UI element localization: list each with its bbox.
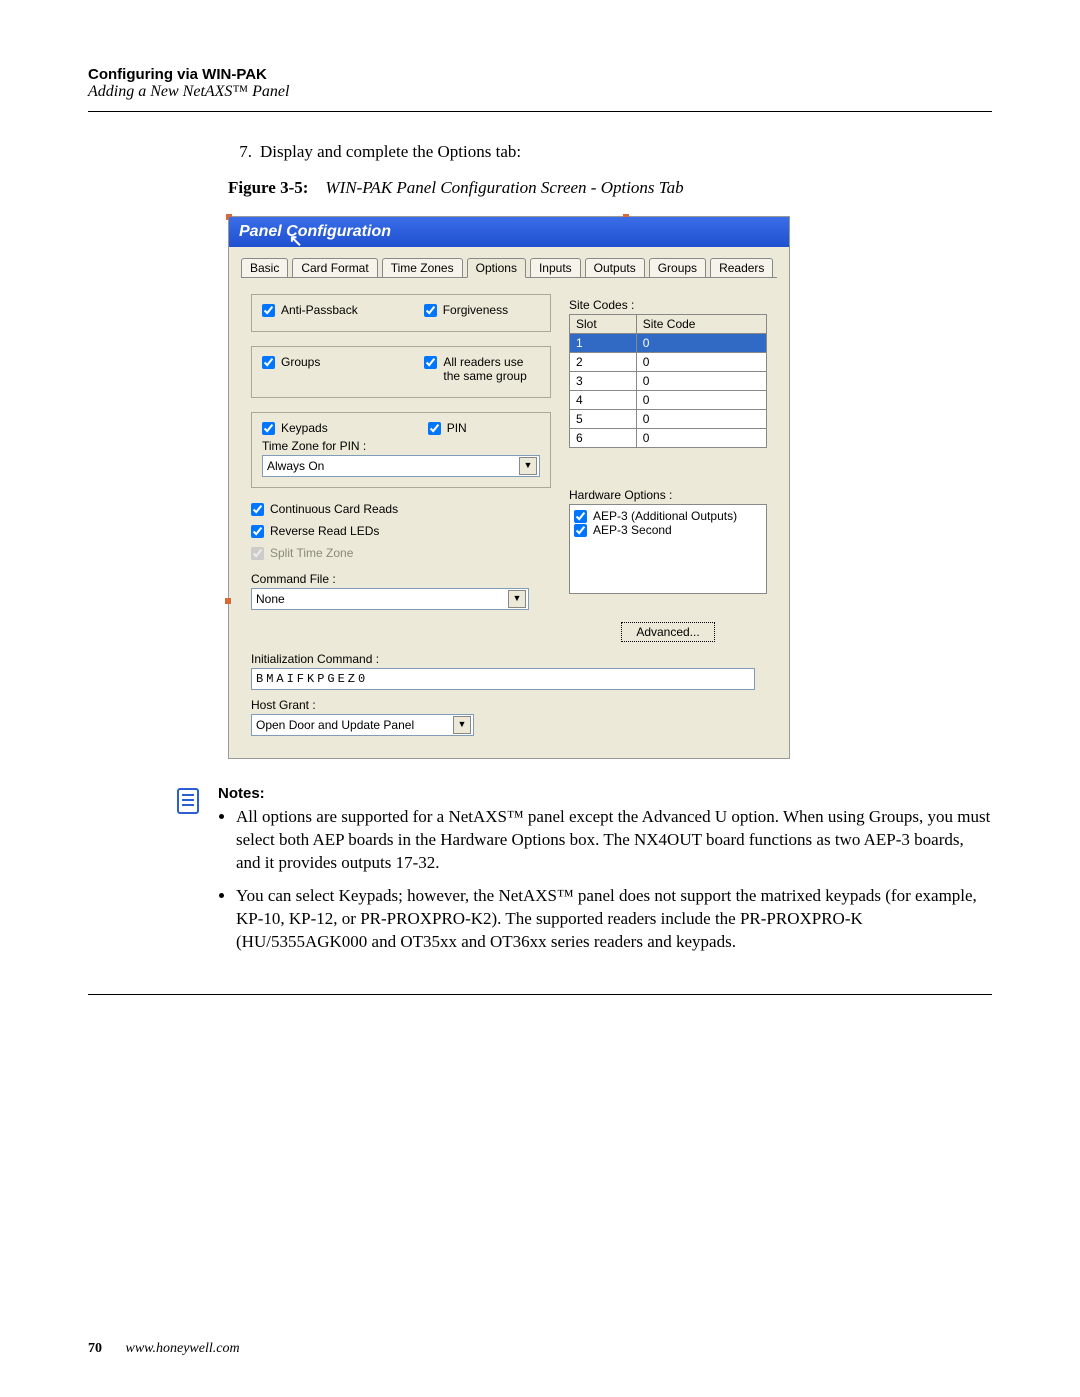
crop-handle [225,598,231,604]
cb-groups[interactable]: Groups [262,355,320,383]
hostgrant-select[interactable]: Open Door and Update Panel ▼ [251,714,474,736]
figure-title: WIN-PAK Panel Configuration Screen - Opt… [325,178,683,197]
tab-readers[interactable]: Readers [710,258,773,277]
chevron-down-icon: ▼ [453,716,471,734]
footer-url: www.honeywell.com [126,1341,240,1356]
tz-pin-select[interactable]: Always On ▼ [262,455,540,477]
cmdfile-value: None [256,592,285,606]
cb-pin[interactable]: PIN [428,421,467,435]
table-row[interactable]: 40 [570,391,767,410]
note-icon [172,785,204,822]
note-item: All options are supported for a NetAXS™ … [236,806,992,875]
table-row[interactable]: 20 [570,353,767,372]
tab-groups[interactable]: Groups [649,258,706,277]
hw-option[interactable]: AEP-3 Second [574,523,762,537]
cb-anti-passback[interactable]: Anti-Passback [262,303,358,317]
initcmd-input[interactable]: BMAIFKPGEZ0 [251,668,755,690]
sitecodes-label: Site Codes : [569,298,767,312]
tab-options[interactable]: Options [467,258,526,278]
panel-config-dialog: Panel Configuration ↖ BasicCard Format Ti… [228,216,790,759]
page-footer: 70 www.honeywell.com [88,1341,240,1357]
tab-inputs[interactable]: Inputs [530,258,581,277]
group-groups: Groups All readers use the same group [251,346,551,398]
figure-caption: Figure 3-5: WIN-PAK Panel Configuration … [228,178,992,198]
initcmd-label: Initialization Command : [251,652,767,666]
tab-card-format[interactable]: Card Format [292,258,377,277]
table-row[interactable]: 10 [570,334,767,353]
sitecodes-table[interactable]: Slot Site Code 102030405060 [569,314,767,448]
chevron-down-icon: ▼ [519,457,537,475]
cb-split-tz: Split Time Zone [251,546,551,560]
tab-outputs[interactable]: Outputs [585,258,645,277]
figure-label: Figure 3-5: [228,178,308,197]
running-header: Configuring via WIN-PAK Adding a New Net… [88,66,992,101]
table-row[interactable]: 50 [570,410,767,429]
tz-pin-value: Always On [267,459,324,473]
header-subsection: Adding a New NetAXS™ Panel [88,83,992,101]
group-passback: Anti-Passback Forgiveness [251,294,551,332]
cb-keypads[interactable]: Keypads [262,421,328,435]
cb-all-readers[interactable]: All readers use the same group [424,355,540,383]
window-title: Panel Configuration [239,223,391,240]
cb-continuous[interactable]: Continuous Card Reads [251,502,551,516]
step-7: 7. Display and complete the Options tab: [228,142,992,162]
cmdfile-select[interactable]: None ▼ [251,588,529,610]
cmdfile-label: Command File : [251,572,551,586]
notes-list: All options are supported for a NetAXS™ … [218,806,992,954]
table-row[interactable]: 30 [570,372,767,391]
sitecodes-col-slot: Slot [570,315,637,334]
tab-strip: BasicCard Format Time ZonesOptionsInputsO… [229,247,789,277]
chevron-down-icon: ▼ [508,590,526,608]
note-item: You can select Keypads; however, the Net… [236,885,992,954]
step-number: 7. [228,142,260,162]
advanced-button[interactable]: Advanced... [621,622,714,642]
hw-label: Hardware Options : [569,488,767,502]
header-rule [88,111,992,112]
footer-rule [88,994,992,995]
sitecodes-col-code: Site Code [636,315,766,334]
titlebar[interactable]: Panel Configuration ↖ [229,217,789,247]
cb-reverse[interactable]: Reverse Read LEDs [251,524,551,538]
group-keypads: Keypads PIN Time Zone for PIN : Always O… [251,412,551,488]
table-row[interactable]: 60 [570,429,767,448]
hw-option[interactable]: AEP-3 (Additional Outputs) [574,509,762,523]
step-text: Display and complete the Options tab: [260,142,992,162]
tab-time-zones[interactable]: Time Zones [382,258,463,277]
header-section: Configuring via WIN-PAK [88,66,992,83]
cb-forgiveness[interactable]: Forgiveness [424,303,508,317]
hostgrant-value: Open Door and Update Panel [256,718,414,732]
hw-options-list[interactable]: AEP-3 (Additional Outputs)AEP-3 Second [569,504,767,594]
tab-basic[interactable]: Basic [241,258,288,277]
tz-pin-label: Time Zone for PIN : [262,439,540,453]
notes-heading: Notes: [218,785,992,802]
hostgrant-label: Host Grant : [251,698,767,712]
page-number: 70 [88,1341,102,1356]
